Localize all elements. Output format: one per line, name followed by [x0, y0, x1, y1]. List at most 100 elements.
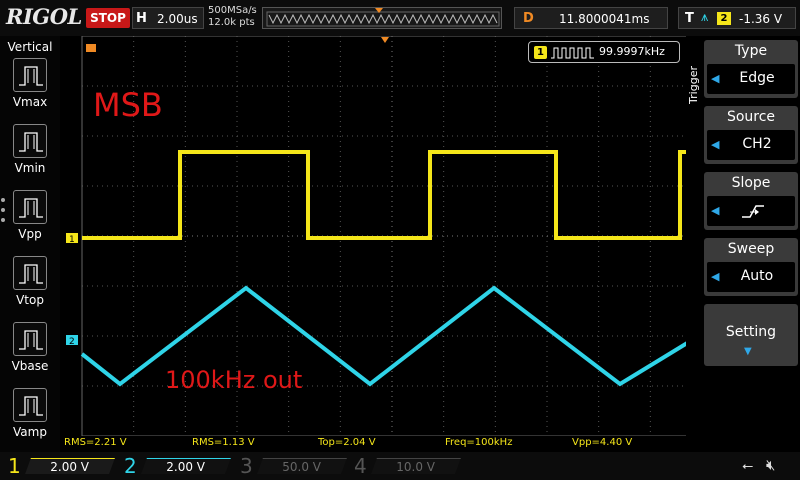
vmax-icon — [19, 66, 43, 86]
timebase-readout[interactable]: H 2.00us — [132, 7, 204, 29]
measure-label: Vtop — [16, 293, 44, 307]
channel-scale: 10.0 V — [396, 460, 436, 474]
menu-type-value-box: ◀ Edge — [707, 64, 795, 94]
trigger-key: T — [685, 11, 694, 26]
vmin-icon — [19, 132, 43, 152]
channel-scale: 50.0 V — [282, 460, 322, 474]
channel-number: 3 — [240, 454, 253, 478]
channel-4-button[interactable]: 4 10.0 V — [350, 454, 462, 478]
measure-label: Vbase — [11, 359, 49, 373]
run-stop-button[interactable]: STOP — [86, 8, 130, 28]
measurement-bar: RMS=2.21 V RMS=1.13 V Top=2.04 V Freq=10… — [60, 436, 702, 452]
measure-freq: Freq=100kHz — [445, 437, 513, 448]
timebase-key: H — [136, 11, 147, 26]
trigger-time-marker — [86, 44, 96, 52]
measure-label: Vamp — [13, 425, 47, 439]
channel-2-marker-label: 2 — [69, 337, 75, 347]
sample-rate: 500MSa/s — [208, 5, 257, 16]
channel-2-button[interactable]: 2 2.00 V — [120, 454, 232, 478]
rising-edge-icon: ⩚ — [701, 10, 709, 25]
menu-sweep[interactable]: Sweep ◀ Auto — [704, 238, 798, 296]
measure-rms-ch2: RMS=1.13 V — [192, 437, 255, 448]
channel-1-button[interactable]: 1 2.00 V — [4, 454, 116, 478]
vamp-icon — [19, 396, 43, 416]
menu-source-label: Source — [726, 109, 776, 125]
frequency-counter[interactable]: 1 99.9997kHz — [528, 41, 680, 63]
measure-rms-ch1: RMS=2.21 V — [64, 437, 127, 448]
vtop-icon — [19, 264, 43, 284]
channel-number: 4 — [354, 454, 367, 478]
channel-3-button[interactable]: 3 50.0 V — [236, 454, 348, 478]
menu-slope-label: Slope — [731, 175, 771, 191]
menu-source[interactable]: Source ◀ CH2 — [704, 106, 798, 164]
page-indicator — [1, 198, 7, 228]
memory-overview[interactable] — [262, 7, 502, 29]
measure-vbase-button[interactable] — [13, 322, 47, 356]
measure-top: Top=2.04 V — [318, 437, 376, 448]
horizontal-delay-readout[interactable]: D 11.8000041ms — [514, 7, 668, 29]
channel-scale: 2.00 V — [50, 460, 90, 474]
menu-slope-value-box: ◀ — [707, 196, 795, 226]
channel-1-marker-label: 1 — [69, 235, 75, 245]
annotation-freq-out: 100kHz out — [165, 366, 303, 394]
memory-overview-wave — [266, 8, 500, 27]
brand-logo: RIGOL — [6, 4, 82, 29]
channel-scale-box: 2.00 V — [25, 458, 115, 474]
trigger-position-marker — [381, 37, 389, 43]
trigger-readout[interactable]: T ⩚ 2 -1.36 V — [678, 7, 796, 29]
vpp-icon — [19, 198, 43, 218]
waveform-display[interactable]: 1 2 MSB 100kHz out — [60, 35, 704, 437]
measure-vtop-button[interactable] — [13, 256, 47, 290]
delay-value: 11.8000041ms — [559, 12, 650, 26]
status-bar: RIGOL STOP H 2.00us 500MSa/s 12.0k pts D… — [0, 0, 800, 36]
vbase-icon — [19, 330, 43, 350]
speaker-muted-icon[interactable]: 🔇︎ — [766, 456, 775, 474]
measure-vmin-button[interactable] — [13, 124, 47, 158]
menu-sweep-label: Sweep — [727, 241, 775, 257]
counter-value: 99.9997kHz — [599, 45, 665, 58]
menu-type[interactable]: Type ◀ Edge — [704, 40, 798, 98]
menu-setting-label: Setting — [725, 324, 777, 340]
square-wave-icon — [551, 47, 594, 59]
oscilloscope-screen: RIGOL STOP H 2.00us 500MSa/s 12.0k pts D… — [0, 0, 800, 480]
timebase-value: 2.00us — [157, 12, 198, 26]
channel-scale-box: 2.00 V — [141, 458, 231, 474]
trigger-menu: Trigger Type ◀ Edge Source ◀ CH2 Slope ◀ — [686, 36, 800, 452]
measure-vpp-button[interactable] — [13, 190, 47, 224]
left-arrow-icon: ◀ — [711, 204, 720, 217]
menu-type-label: Type — [734, 43, 768, 59]
down-arrow-icon: ▼ — [744, 346, 752, 357]
menu-source-value-box: ◀ CH2 — [707, 130, 795, 160]
delay-key: D — [523, 11, 534, 26]
menu-title: Trigger — [687, 66, 700, 104]
channel-scale-box: 50.0 V — [257, 458, 347, 474]
measure-vpp: Vpp=4.40 V — [572, 437, 633, 448]
channel-bar: 1 2.00 V 2 2.00 V 3 50.0 V 4 10.0 V ⭠ 🔇︎ — [0, 452, 800, 480]
menu-sweep-value: Auto — [740, 268, 774, 284]
acquisition-info: 500MSa/s 12.0k pts — [208, 5, 257, 29]
channel-1-trace — [82, 150, 702, 240]
menu-slope[interactable]: Slope ◀ — [704, 172, 798, 230]
trigger-source-badge: 2 — [717, 12, 731, 25]
rising-slope-icon — [742, 205, 764, 218]
measure-vamp-button[interactable] — [13, 388, 47, 422]
measure-label: Vmax — [12, 95, 48, 109]
trigger-level: -1.36 V — [739, 12, 783, 26]
channel-number: 1 — [8, 454, 21, 478]
counter-channel-badge: 1 — [534, 46, 547, 59]
measure-vmax-button[interactable] — [13, 58, 47, 92]
measure-panel-title: Vertical — [7, 40, 53, 54]
measure-label: Vmin — [14, 161, 46, 175]
memory-depth: 12.0k pts — [208, 17, 255, 28]
menu-sweep-value-box: ◀ Auto — [707, 262, 795, 292]
measure-panel: Vertical Vmax Vmin Vpp Vtop Vbase Vamp — [0, 36, 60, 452]
channel-number: 2 — [124, 454, 137, 478]
menu-setting[interactable]: Setting ▼ — [704, 304, 798, 366]
channel-scale-box: 10.0 V — [371, 458, 461, 474]
channel-scale: 2.00 V — [166, 460, 206, 474]
measure-label: Vpp — [18, 227, 42, 241]
menu-source-value: CH2 — [742, 136, 772, 152]
menu-type-value: Edge — [739, 70, 775, 86]
usb-icon: ⭠ — [742, 458, 754, 474]
annotation-msb: MSB — [93, 86, 163, 124]
